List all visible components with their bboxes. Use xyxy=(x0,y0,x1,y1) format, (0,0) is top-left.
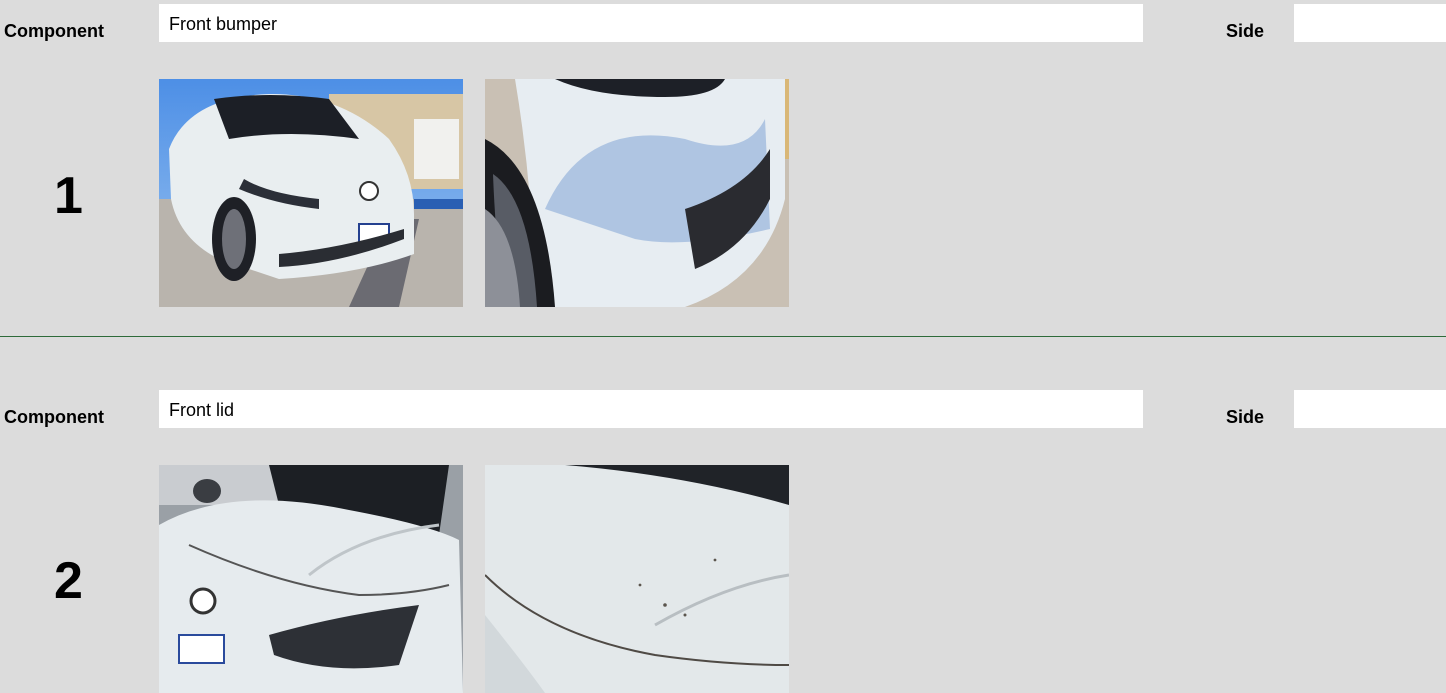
entry-index: 1 xyxy=(54,167,83,225)
damage-photo[interactable] xyxy=(485,465,789,693)
damage-photo[interactable] xyxy=(485,79,789,307)
component-field[interactable]: Front lid xyxy=(159,390,1143,428)
component-field[interactable]: Front bumper xyxy=(159,4,1143,42)
damage-entry: Component Front lid Side 2 xyxy=(0,337,1446,693)
side-label: Side xyxy=(1226,407,1265,427)
damage-report-page: Component Front bumper Side 1 Component … xyxy=(0,0,1446,693)
damage-photo[interactable] xyxy=(159,465,463,693)
side-field[interactable] xyxy=(1294,390,1446,428)
component-label: Component xyxy=(4,21,104,41)
side-label: Side xyxy=(1226,21,1265,41)
side-field[interactable] xyxy=(1294,4,1446,42)
damage-entry: Component Front bumper Side 1 xyxy=(0,0,1446,336)
entry-index: 2 xyxy=(54,552,83,610)
component-label: Component xyxy=(4,407,104,427)
damage-photo[interactable] xyxy=(159,79,463,307)
